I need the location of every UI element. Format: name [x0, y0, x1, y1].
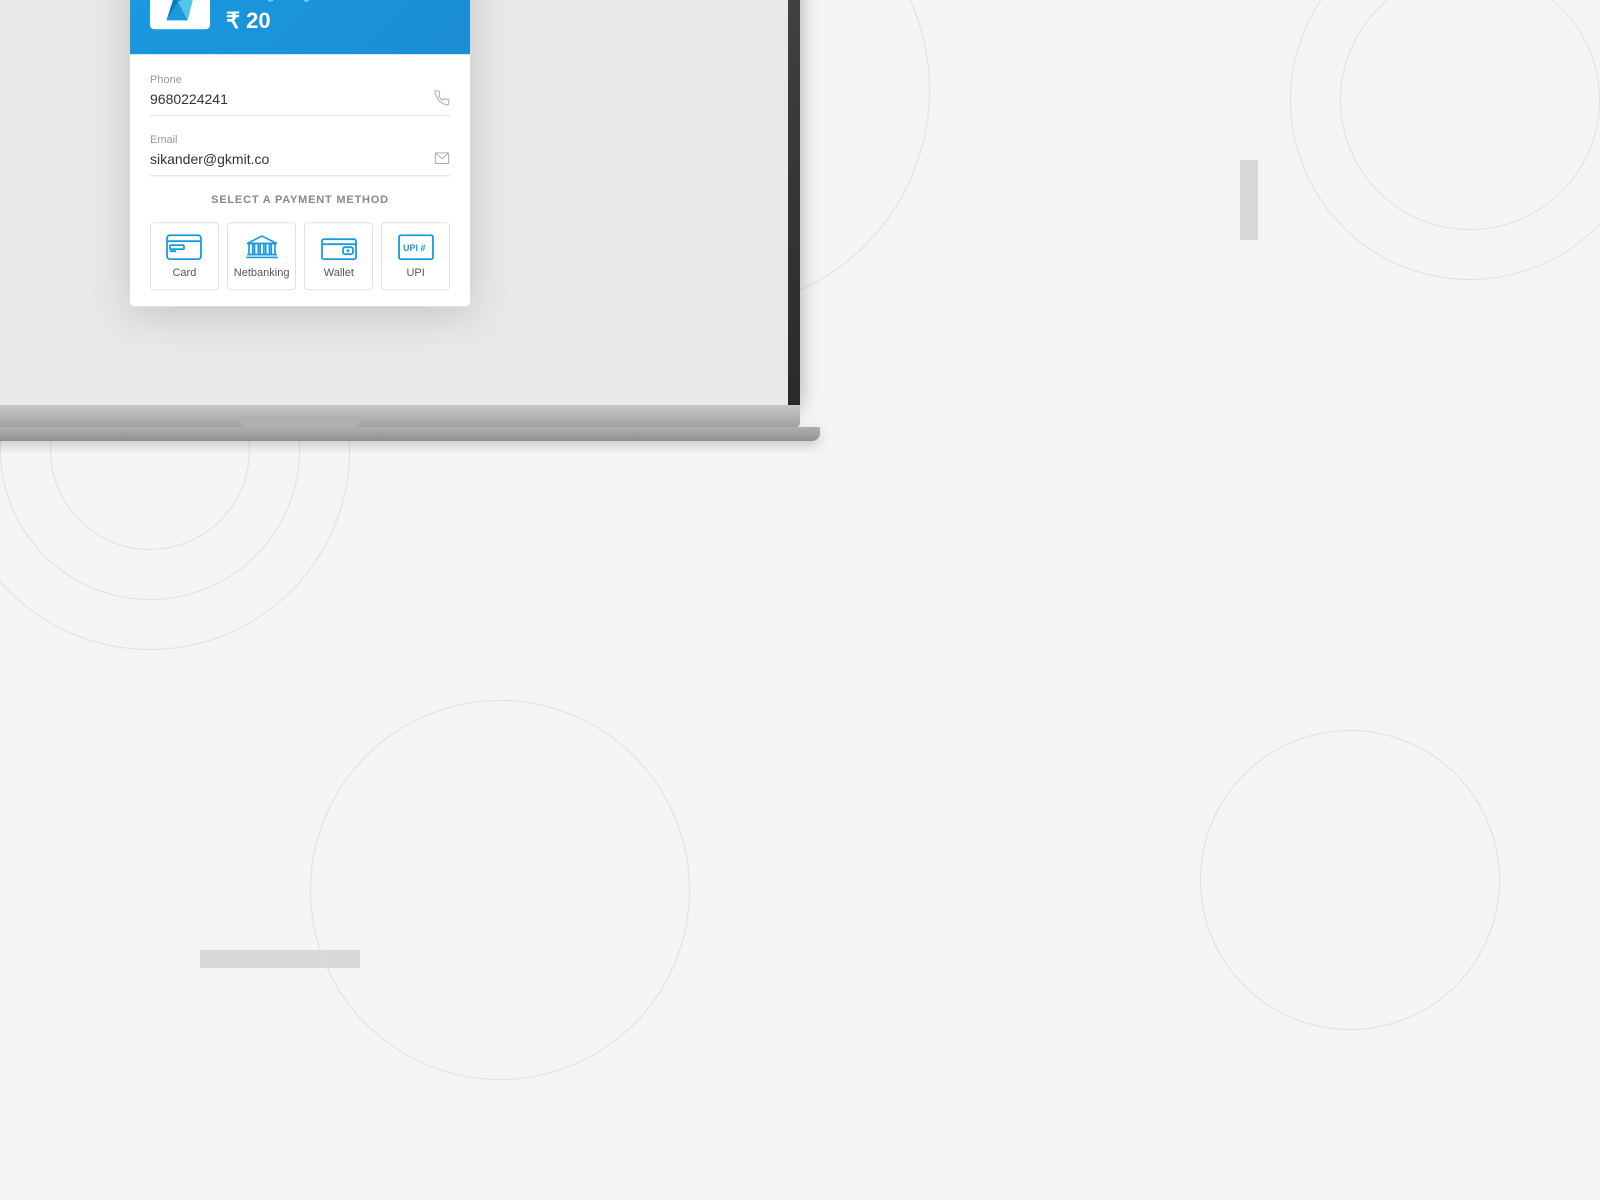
- laptop-screen: Razorpay Corp Demoing Charges ₹ 20 × Pho…: [0, 0, 788, 405]
- modal-amount: ₹ 20: [226, 8, 450, 34]
- email-label: Email: [150, 134, 450, 146]
- modal-header-info: Razorpay Corp Demoing Charges ₹ 20: [226, 0, 450, 34]
- bg-circle-7: [310, 700, 690, 1080]
- upi-icon: UPI #: [398, 233, 434, 261]
- razorpay-logo: [150, 0, 210, 29]
- svg-text:UPI #: UPI #: [403, 243, 426, 253]
- netbanking-label: Netbanking: [234, 267, 290, 279]
- card-icon: [166, 233, 202, 261]
- phone-row: 9680224241: [150, 90, 450, 116]
- email-row: sikander@gkmit.co: [150, 150, 450, 176]
- payment-method-netbanking[interactable]: Netbanking: [227, 222, 297, 290]
- bg-circle-8: [1200, 730, 1500, 1030]
- email-icon: [434, 150, 450, 169]
- wallet-label: Wallet: [324, 267, 354, 279]
- bg-rect-2: [1240, 160, 1258, 240]
- phone-field-group: Phone 9680224241: [150, 74, 450, 116]
- laptop-screen-outer: Razorpay Corp Demoing Charges ₹ 20 × Pho…: [0, 0, 800, 405]
- bg-circle-5: [1340, 0, 1600, 230]
- card-label: Card: [172, 267, 196, 279]
- email-value: sikander@gkmit.co: [150, 151, 434, 167]
- laptop-container: Razorpay Corp Demoing Charges ₹ 20 × Pho…: [0, 0, 800, 441]
- modal-header: Razorpay Corp Demoing Charges ₹ 20 ×: [130, 0, 470, 54]
- netbanking-icon: [244, 233, 280, 261]
- payment-method-section-label: SELECT A PAYMENT METHOD: [150, 194, 450, 206]
- modal-description: Demoing Charges: [226, 0, 450, 2]
- modal-body: Phone 9680224241 Email: [130, 54, 470, 306]
- phone-icon: [434, 90, 450, 109]
- email-field-group: Email sikander@gkmit.co: [150, 134, 450, 176]
- payment-methods-grid: Card: [150, 222, 450, 290]
- payment-modal: Razorpay Corp Demoing Charges ₹ 20 × Pho…: [130, 0, 470, 306]
- laptop-base: [0, 405, 800, 427]
- payment-method-card[interactable]: Card: [150, 222, 219, 290]
- payment-method-upi[interactable]: UPI # UPI: [381, 222, 450, 290]
- upi-label: UPI: [406, 267, 424, 279]
- phone-label: Phone: [150, 74, 450, 86]
- laptop-foot: [0, 427, 820, 441]
- phone-value: 9680224241: [150, 91, 434, 107]
- wallet-icon: [321, 233, 357, 261]
- bg-circle-4: [1290, 0, 1600, 280]
- bg-rect-3: [200, 950, 360, 968]
- payment-method-wallet[interactable]: Wallet: [304, 222, 373, 290]
